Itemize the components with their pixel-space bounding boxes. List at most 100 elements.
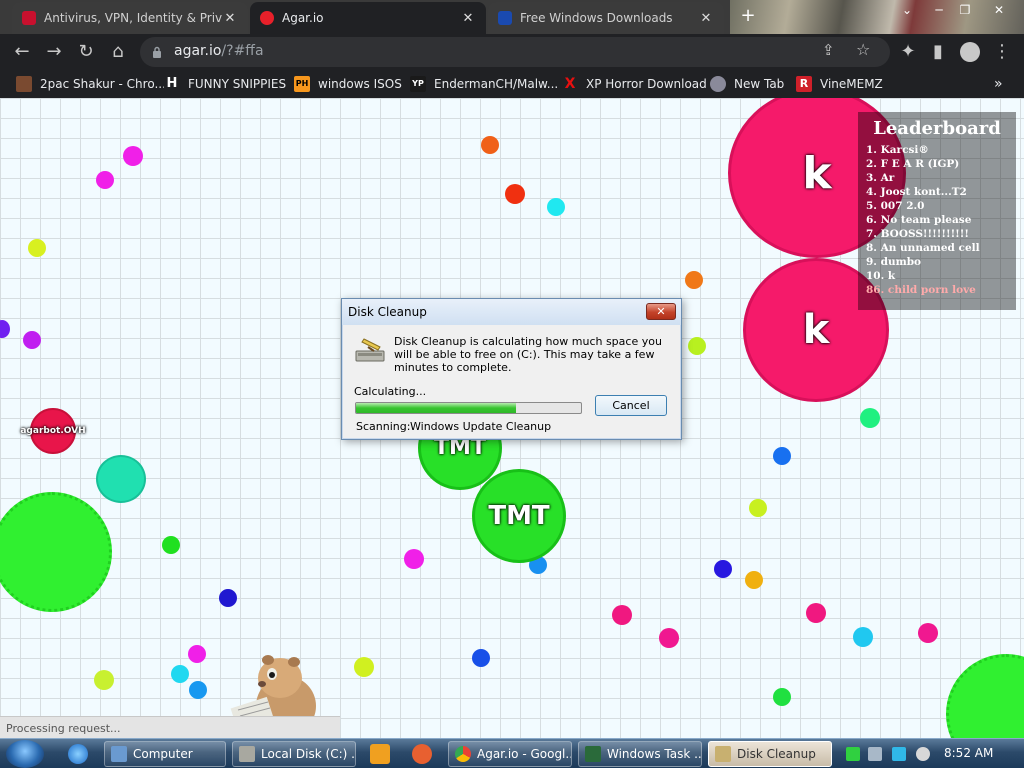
food-pellet <box>685 271 703 289</box>
new-tab-button[interactable]: + <box>738 6 758 26</box>
restore-icon[interactable]: ❐ <box>954 2 976 18</box>
menu-icon[interactable]: ⋮ <box>990 40 1014 64</box>
tab-agario[interactable]: Agar.io ✕ <box>250 2 486 34</box>
system-clock[interactable]: 8:52 AM <box>944 746 993 760</box>
ph-icon: PH <box>294 76 310 92</box>
volume-icon[interactable] <box>916 747 930 761</box>
food-pellet <box>547 198 565 216</box>
food-pellet <box>404 549 424 569</box>
tab-free-windows[interactable]: Free Windows Downloads ✕ <box>488 2 724 34</box>
media-player-icon[interactable] <box>370 744 390 764</box>
r-icon: R <box>796 76 812 92</box>
softpedia-icon <box>498 11 512 25</box>
taskbar-button-label: Disk Cleanup <box>737 747 816 761</box>
leaderboard-own-rank: 86. child porn love <box>866 284 976 296</box>
bookmark-windows-isos[interactable]: PH windows ISOS <box>294 75 402 93</box>
tab-strip: Antivirus, VPN, Identity & Privac ✕ Agar… <box>0 0 1024 34</box>
bookmarks-overflow-icon[interactable]: » <box>994 75 1003 93</box>
tab-antivirus[interactable]: Antivirus, VPN, Identity & Privac ✕ <box>12 2 248 34</box>
food-pellet <box>773 447 791 465</box>
display-icon[interactable] <box>892 747 906 761</box>
home-icon[interactable]: ⌂ <box>106 40 130 64</box>
food-pellet <box>123 146 143 166</box>
virus-cell-left <box>0 492 112 612</box>
cell-teal <box>96 455 146 503</box>
food-pellet <box>860 408 880 428</box>
taskbar-disk-cleanup[interactable]: Disk Cleanup <box>708 741 832 767</box>
bookmark-endermanch[interactable]: YP EndermanCH/Malw... <box>410 75 558 93</box>
paint-icon[interactable] <box>412 744 432 764</box>
browser-status-bar: Processing request... <box>0 716 340 738</box>
leaderboard-title: Leaderboard <box>873 118 1001 139</box>
tab-search-icon[interactable]: ⌄ <box>896 2 918 18</box>
taskbar-computer[interactable]: Computer <box>104 741 226 767</box>
bookmark-label: XP Horror Download <box>586 77 707 91</box>
person-icon <box>16 76 32 92</box>
bookmark-label: VineMEMZ <box>820 77 883 91</box>
profile-avatar[interactable] <box>960 42 980 62</box>
url-text: agar.io/?#ffa <box>174 43 264 59</box>
minimize-icon[interactable]: ─ <box>928 2 950 18</box>
progress-bar <box>355 402 582 414</box>
reload-icon[interactable]: ↻ <box>74 40 98 64</box>
tab-title: Antivirus, VPN, Identity & Privac <box>44 11 222 25</box>
task-manager-icon <box>585 746 601 762</box>
food-pellet <box>28 239 46 257</box>
food-pellet <box>188 645 206 663</box>
taskbar-button-label: Computer <box>133 747 193 761</box>
start-button[interactable] <box>6 740 44 768</box>
leaderboard: Leaderboard 1. Karcsi® 2. F E A R (IGP) … <box>858 112 1016 310</box>
bookmark-label: FUNNY SNIPPIES <box>188 77 287 91</box>
bookmark-vinememz[interactable]: R VineMEMZ <box>796 75 883 93</box>
taskbar-task-manager[interactable]: Windows Task ... <box>578 741 702 767</box>
taskbar-chrome[interactable]: Agar.io - Googl... <box>448 741 572 767</box>
back-icon[interactable]: ← <box>10 40 34 64</box>
leaderboard-row: 5. 007 2.0 <box>866 200 925 212</box>
bookmark-xp-horror[interactable]: X XP Horror Download <box>562 75 707 93</box>
leaderboard-row: 7. BOOSS!!!!!!!!!! <box>866 228 970 240</box>
food-pellet <box>171 665 189 683</box>
bookmark-label: EndermanCH/Malw... <box>434 77 559 91</box>
disk-cleanup-dialog: Disk Cleanup ✕ Disk Cleanup is calculati… <box>341 298 682 440</box>
taskbar-button-label: Agar.io - Googl... <box>477 747 572 761</box>
dialog-titlebar[interactable]: Disk Cleanup ✕ <box>342 299 681 325</box>
bookmark-label: New Tab <box>734 77 785 91</box>
player-cell-tmt: TMT <box>472 469 566 563</box>
close-tab-icon[interactable]: ✕ <box>460 11 476 26</box>
dialog-close-button[interactable]: ✕ <box>646 303 676 320</box>
side-panel-icon[interactable]: ▮ <box>926 40 950 64</box>
leaderboard-row: 9. dumbo <box>866 256 922 268</box>
bookmark-2pac[interactable]: 2pac Shakur - Chro... <box>16 75 166 93</box>
dialog-message: Disk Cleanup is calculating how much spa… <box>394 335 662 374</box>
food-pellet <box>0 320 10 338</box>
taskbar-local-disk[interactable]: Local Disk (C:) ... <box>232 741 356 767</box>
cancel-button[interactable]: Cancel <box>595 395 667 416</box>
progress-bar-fill <box>356 403 516 413</box>
food-pellet <box>94 670 114 690</box>
close-tab-icon[interactable]: ✕ <box>698 11 714 26</box>
internet-explorer-icon[interactable] <box>68 744 88 764</box>
star-icon[interactable]: ☆ <box>856 40 870 59</box>
close-tab-icon[interactable]: ✕ <box>222 11 238 26</box>
address-bar[interactable]: agar.io/?#ffa ⇪ ☆ <box>140 37 890 67</box>
share-icon[interactable]: ⇪ <box>822 41 835 59</box>
taskbar-button-label: Windows Task ... <box>607 747 702 761</box>
food-pellet <box>806 603 826 623</box>
agario-icon <box>260 11 274 25</box>
lock-icon <box>152 44 162 58</box>
food-pellet <box>745 571 763 589</box>
food-pellet <box>23 331 41 349</box>
extensions-icon[interactable]: ✦ <box>896 40 920 64</box>
chrome-icon <box>455 746 471 762</box>
leaderboard-row: 8. An unnamed cell <box>866 242 980 254</box>
food-pellet <box>96 171 114 189</box>
x-icon: X <box>564 76 576 92</box>
bookmark-funny-snippies[interactable]: H FUNNY SNIPPIES <box>164 75 286 93</box>
bookmark-new-tab[interactable]: New Tab <box>710 75 784 93</box>
url-host: agar.io <box>174 43 222 59</box>
battery-icon[interactable] <box>846 747 860 761</box>
forward-icon[interactable]: → <box>42 40 66 64</box>
network-icon[interactable] <box>868 747 882 761</box>
close-window-icon[interactable]: ✕ <box>988 2 1010 18</box>
h-icon: H <box>164 76 180 92</box>
